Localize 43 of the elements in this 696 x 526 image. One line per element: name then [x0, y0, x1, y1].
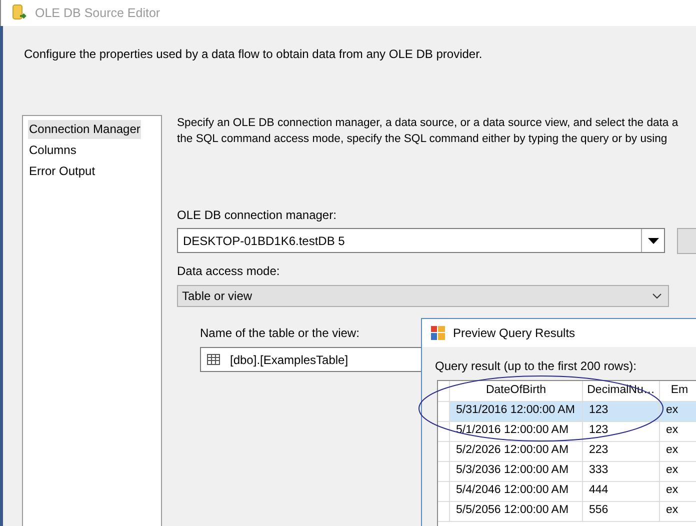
caret-icon [648, 238, 659, 244]
result-row[interactable]: 5/5/2056 12:00:00 AM 556 ex [438, 501, 696, 521]
table-cell: 123 [582, 421, 660, 441]
chevron-icon [652, 293, 662, 299]
table-cell: 5/2/2026 12:00:00 AM [450, 441, 582, 461]
table-cell: ex [660, 401, 696, 421]
table-cell: 5/5/2056 12:00:00 AM [450, 501, 582, 521]
table-cell: 333 [582, 461, 660, 481]
column-header[interactable]: DateOfBirth [450, 381, 582, 401]
field-label: Data access mode: [177, 263, 280, 280]
field-label: Name of the table or the view: [200, 325, 360, 342]
table-cell: 5/3/2036 12:00:00 AM [450, 461, 582, 481]
table-cell: 444 [582, 481, 660, 501]
database-icon [11, 4, 27, 22]
table-cell: 5/4/2046 12:00:00 AM [450, 481, 582, 501]
sidebar-item[interactable]: Columns [28, 141, 78, 160]
column-header[interactable]: Em [660, 381, 696, 401]
table-cell: ex [660, 441, 696, 461]
window-icon [431, 326, 445, 340]
table-cell: 223 [582, 441, 660, 461]
table-icon [207, 354, 220, 365]
table-cell: 123 [582, 401, 660, 421]
result-row[interactable]: 5/4/2046 12:00:00 AM 444 ex [438, 481, 696, 501]
field-label: OLE DB connection manager: [177, 207, 336, 224]
result-row[interactable]: 5/31/2016 12:00:00 AM 123 ex [438, 401, 696, 421]
table-cell: ex [660, 461, 696, 481]
result-row[interactable]: 5/1/2016 12:00:00 AM 123 ex [438, 421, 696, 441]
table-cell: ex [660, 481, 696, 501]
result-row[interactable]: 5/2/2026 12:00:00 AM 223 ex [438, 441, 696, 461]
sidebar-item[interactable]: Error Output [28, 162, 96, 181]
window-title: OLE DB Source Editor [35, 4, 160, 22]
table-cell: ex [660, 501, 696, 521]
instructions-text: Specify an OLE DB connection manager, a data source, or a data source view, and select the data a the SQL command access mode, specify the SQL command either by typing the query or by using [177, 116, 680, 147]
table-cell: ex [660, 421, 696, 441]
dialog-title: Preview Query Results [453, 325, 576, 342]
table-cell: 5/1/2016 12:00:00 AM [450, 421, 582, 441]
table-cell: 5/31/2016 12:00:00 AM [450, 401, 582, 421]
sidebar-item[interactable]: Connection Manager [28, 120, 142, 139]
result-row[interactable]: 5/3/2036 12:00:00 AM 333 ex [438, 461, 696, 481]
data-access-mode-dropdown[interactable]: Table or view [177, 285, 669, 307]
connection-manager-dropdown[interactable]: DESKTOP-01BD1K6.testDB 5 [177, 228, 666, 253]
table-cell: 556 [582, 501, 660, 521]
description-text: Configure the properties used by a data flow to obtain data from any OLE DB provider. [24, 46, 482, 63]
